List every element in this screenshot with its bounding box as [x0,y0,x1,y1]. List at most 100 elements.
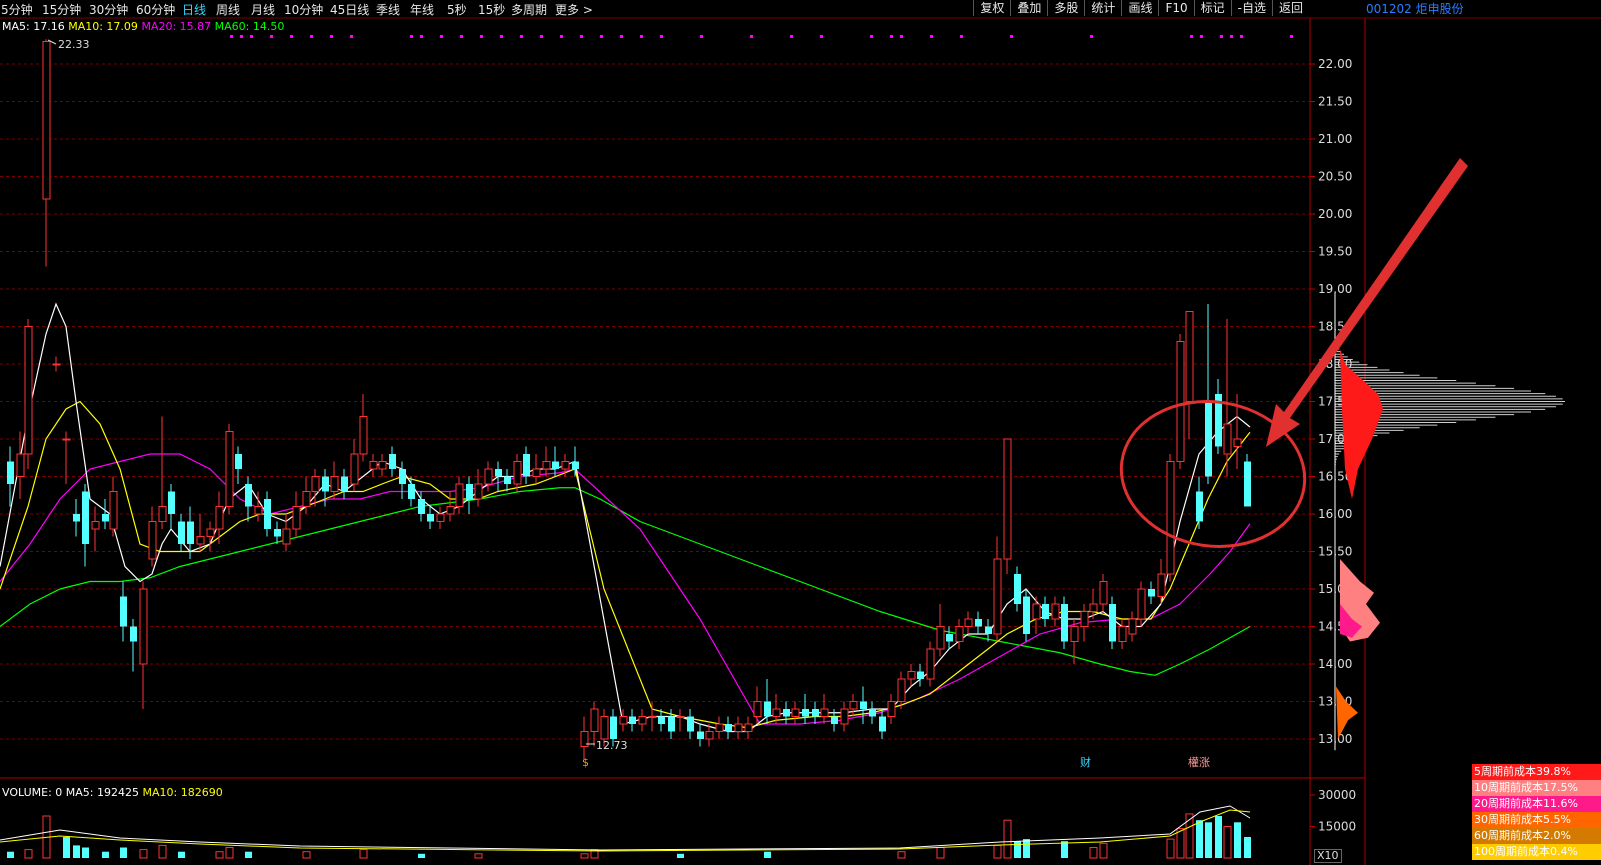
event-marker-dot [1290,35,1293,38]
candle-body-up [619,716,628,725]
candle-body-down [523,454,530,477]
cost-row-2: 20周期前成本11.6% [1472,796,1601,812]
event-marker-dot [1200,35,1203,38]
candle-body-up [791,708,800,717]
candle-body-up [715,723,724,732]
cost-row-1: 10周期前成本17.5% [1472,780,1601,796]
volume-bar-up [936,847,945,859]
candle-body-down [687,716,694,732]
candle-body-down [178,521,185,544]
candle-body-up [311,476,320,492]
volume-bar-up [580,853,589,859]
cost-row-0: 5周期前成本39.8% [1472,764,1601,780]
volume-tick-label: 15000 [1318,820,1356,834]
candle-body-down [725,724,732,732]
volume-bar-down [63,837,70,858]
event-marker-dot [1220,35,1223,38]
candle-body-down [322,476,329,492]
volume-bar-up [302,851,311,859]
candle-body-up [1157,573,1166,597]
candle-body-up [1176,341,1185,462]
candle-body-up [1233,438,1242,447]
kline-chart[interactable]: 22.0021.5021.0020.5020.0019.5019.0018.50… [0,0,1601,865]
candle-body-down [399,469,406,484]
volume-bar-down [677,853,684,858]
candle-body-down [812,709,819,717]
volume-bar-up [1185,813,1194,859]
candle-body-down [120,596,127,627]
event-marker-dot [930,35,933,38]
candle-body-up [964,618,973,627]
event-marker-dot [750,35,753,38]
event-marker-dot [560,35,563,38]
candle-body-up [840,708,849,725]
event-marker-dot [820,35,823,38]
volume-bar-down [1215,816,1222,858]
candle-body-down [504,476,511,484]
event-marker-dot [520,35,523,38]
candle-body-up [1089,603,1098,612]
volume-scale-label: X10 [1314,849,1342,863]
event-mark: $ [582,756,589,769]
candle-body-down [7,461,14,484]
candle-body-down [1014,574,1021,604]
event-marker-dot [1090,35,1093,38]
volume-bar-up [897,851,906,859]
candle-body-up [744,723,753,732]
event-marker-dot [540,35,543,38]
candle-body-down [1061,604,1068,642]
volume-bar-up [1003,819,1012,859]
high-price-label: 22.33 [58,38,90,51]
volume-bar-down [73,845,80,858]
candle-body-down [130,626,137,642]
price-tick-label: 21.00 [1318,132,1352,146]
candle-body-up [1185,311,1194,402]
candle-body-down [264,499,271,529]
candle-body-down [495,469,502,477]
cost-distribution-legend: 5周期前成本39.8% 10周期前成本17.5% 20周期前成本11.6% 30周期前… [1472,764,1601,860]
event-marker-dot [230,35,233,38]
candle-body-down [408,484,415,499]
candle-body-up [648,716,657,718]
candle-body-down [427,514,434,522]
vol-ma10-label: MA10: 182690 [142,786,223,799]
candle-body-up [705,731,714,740]
event-mark: 權涨 [1188,756,1210,769]
candle-body-up [378,461,387,470]
candle-body-up [1032,603,1041,620]
event-marker-dot [620,35,623,38]
candle-body-up [16,453,25,477]
event-marker-dot [960,35,963,38]
candle-body-up [1128,618,1137,635]
candle-body-down [764,701,771,717]
event-marker-dot [600,35,603,38]
candle-body-up [1118,626,1127,642]
candle-body-down [629,716,636,724]
volume-bar-down [245,851,252,858]
candle-body-down [879,716,886,732]
volume-bar-up [1089,847,1098,859]
candle-body-down [831,716,838,724]
volume-tick-label: 30000 [1318,788,1356,802]
candle-body-down [235,454,242,469]
volume-bar-up [359,849,368,859]
candle-body-down [341,476,348,492]
candle-body-up [148,521,157,560]
candle-body-up [542,461,551,470]
volume-bar-down [1061,841,1068,858]
candle-body-up [638,716,647,725]
candle-body-down [102,514,109,522]
candle-body-up [772,708,781,717]
event-marker-dot [1010,35,1013,38]
candle-body-up [1080,611,1089,627]
volume-bar-down [418,853,425,858]
candle-body-down [783,709,790,717]
candle-body-up [734,723,743,732]
candle-body-up [359,416,368,455]
event-marker-dot [580,35,583,38]
candle-body-down [1023,596,1030,634]
event-marker-dot [500,35,503,38]
volume-bar-down [1205,822,1212,858]
event-marker-dot [1230,35,1233,38]
candle-body-down [658,716,665,724]
